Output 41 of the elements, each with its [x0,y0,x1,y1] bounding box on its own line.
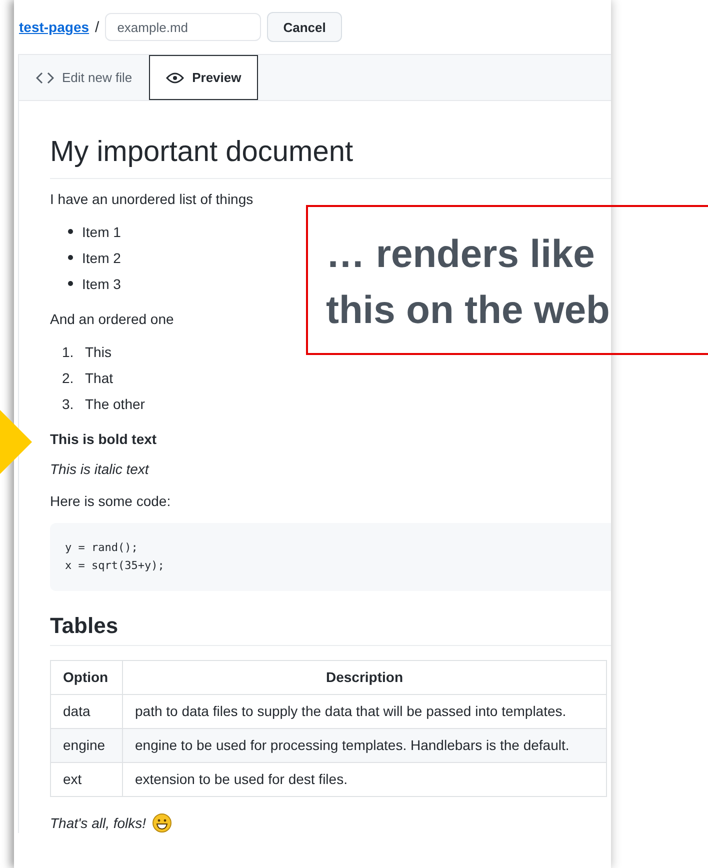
editor-tab[interactable]: Preview [149,55,258,100]
italic-text: This is italic text [50,460,149,477]
bullet-icon [68,229,73,234]
table-cell: engine to be used for processing templates. Handlebars is the default. [122,728,606,762]
paragraph: I have an unordered list of things [50,190,254,207]
eye-icon [166,72,184,84]
bold-text: This is bold text [50,430,157,447]
cancel-button[interactable]: Cancel [267,12,342,42]
table-cell: engine [50,728,122,762]
table-cell: data [50,694,122,728]
table-cell: path to data files to supply the data that will be passed into templates. [122,694,606,728]
list-number: 2. [62,370,75,386]
arrow-shape [0,410,32,474]
editor-tab[interactable]: Edit new file [19,55,150,100]
annotation-text: … renders like this on the web [326,232,611,334]
table-cell: ext [50,762,122,796]
table-header: Option [50,660,122,694]
list-item: The other [85,396,145,412]
list-item: This [85,344,112,360]
bullet-icon [68,255,73,260]
table-cell: extension to be used for dest files. [122,762,606,796]
code-icon [36,72,54,84]
list-item: Item 1 [82,224,121,240]
list-number: 3. [62,396,75,412]
repository-link[interactable]: test-pages [19,19,90,35]
document-title: My important document [50,135,611,179]
paragraph: Here is some code: [50,492,171,509]
path-separator: / [95,18,100,36]
paragraph: And an ordered one [50,310,174,327]
filename-field[interactable]: example.md [105,13,262,41]
closing-text: That's all, folks! [50,814,146,831]
section-heading: Tables [50,612,611,646]
list-number: 1. [62,344,75,360]
table-header: Description [122,660,606,694]
list-item: That [85,370,114,386]
code-line: y = rand(); [65,540,139,556]
list-item: Item 2 [82,250,121,266]
list-item: Item 3 [82,276,121,292]
grinning-emoji-icon [152,812,172,833]
code-line: x = sqrt(35+y); [65,558,166,574]
bullet-icon [68,281,73,286]
